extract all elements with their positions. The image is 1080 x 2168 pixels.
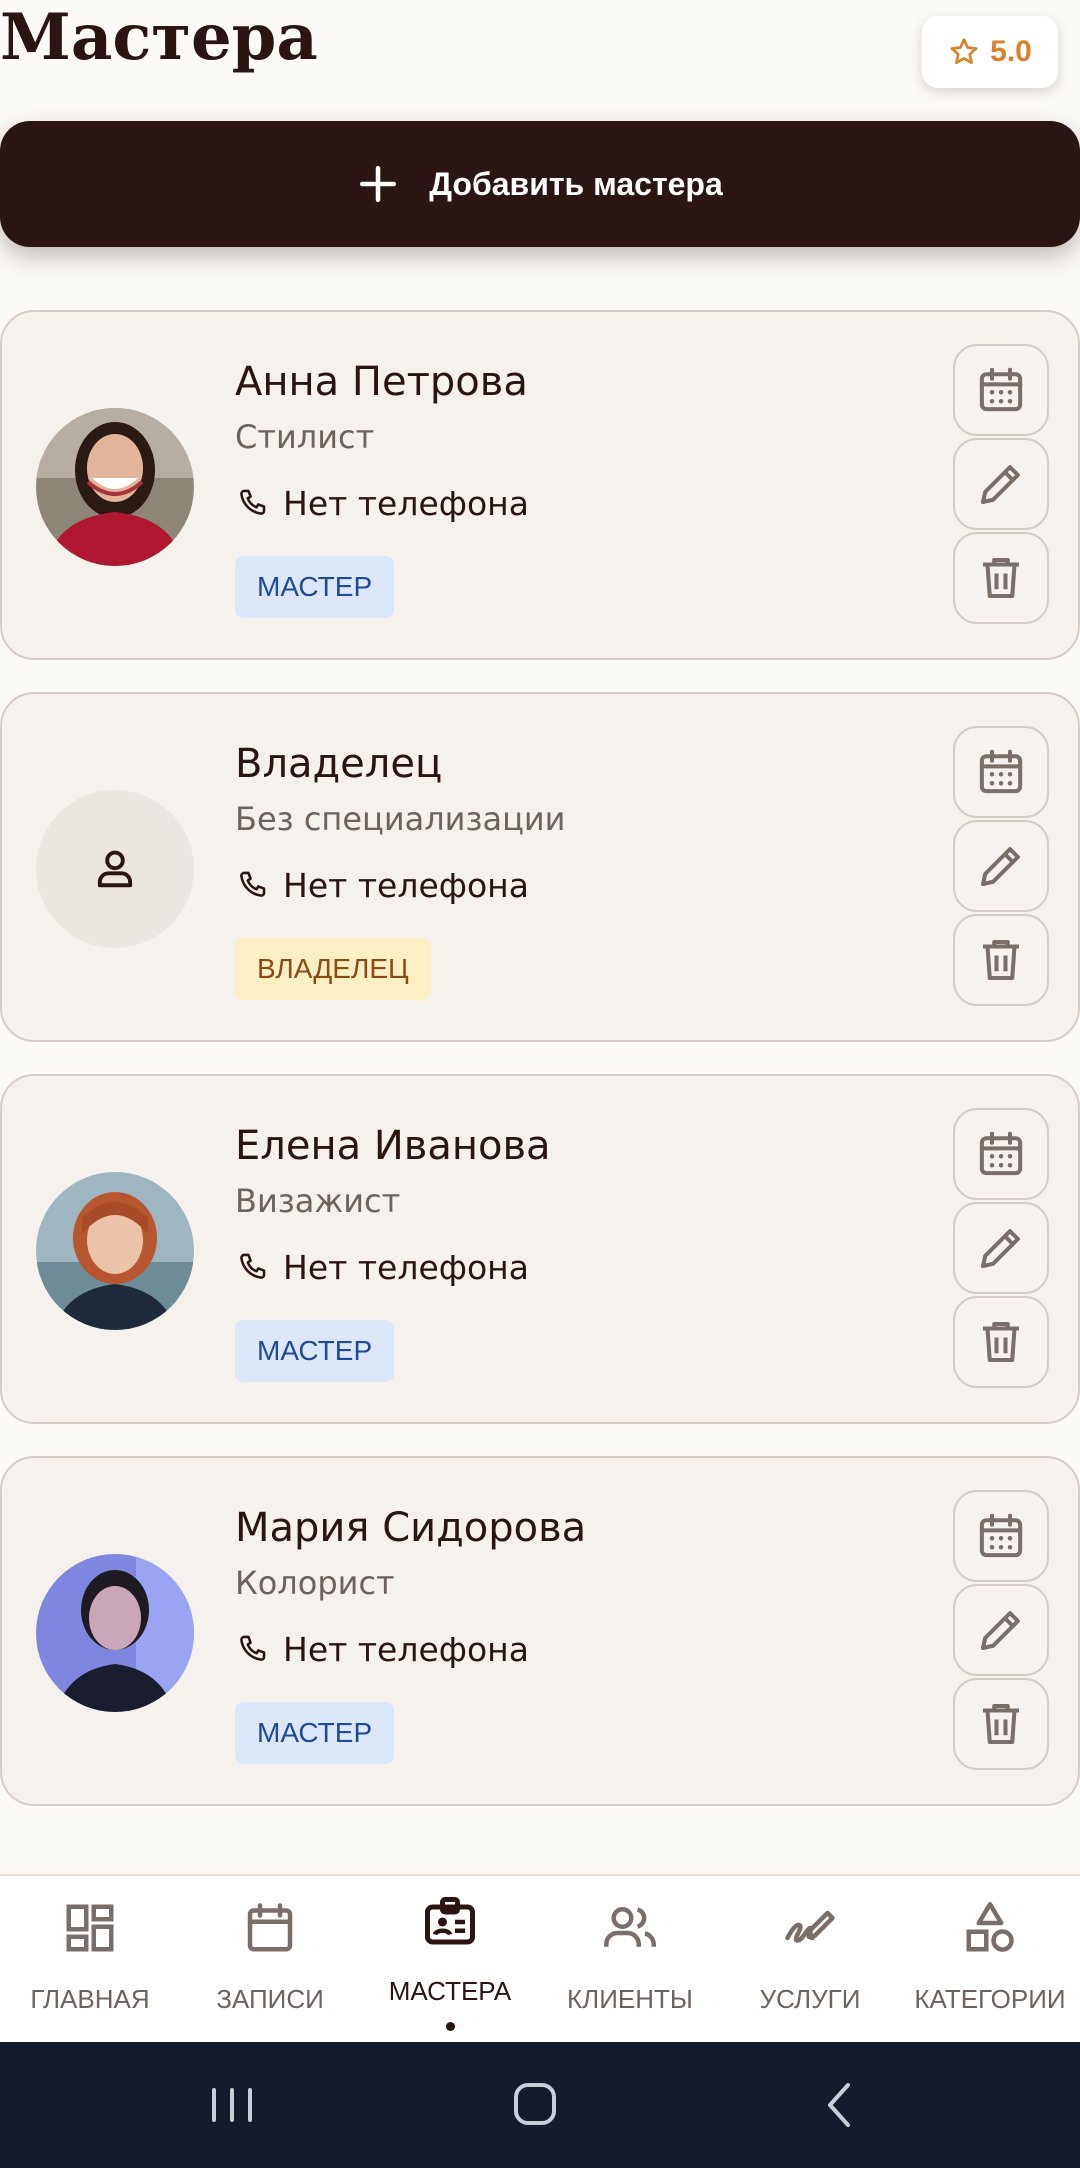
delete-button[interactable]: [953, 532, 1049, 624]
avatar-placeholder: [36, 790, 194, 948]
home-icon: [514, 2083, 556, 2125]
avatar: [36, 408, 194, 566]
phone-row: Нет телефона: [235, 1244, 529, 1290]
phone-text: Нет телефона: [283, 483, 529, 523]
delete-button[interactable]: [953, 1296, 1049, 1388]
plus-icon: [360, 165, 397, 203]
trash-icon: [983, 939, 1019, 981]
recents-button[interactable]: [192, 2072, 272, 2138]
phone-icon: [240, 871, 266, 897]
masters-screen: Мастера 5.0 Добавить мастера Анна Петров…: [0, 0, 1080, 2168]
bottom-nav: ГЛАВНАЯ ЗАПИСИ МАСТЕРА КЛИЕНТЫ УСЛУГИ КА…: [0, 1874, 1080, 2042]
avatar-photo: [36, 1554, 194, 1712]
back-icon: [828, 2083, 850, 2127]
phone-row: Нет телефона: [235, 1626, 529, 1672]
phone-row: Нет телефона: [235, 862, 529, 908]
master-specialization: Стилист: [235, 418, 375, 456]
phone-text: Нет телефона: [283, 865, 529, 905]
recents-icon: [212, 2088, 252, 2122]
master-name: Елена Иванова: [235, 1123, 551, 1169]
signature-icon: [785, 1910, 835, 1943]
nav-label: УСЛУГИ: [759, 1984, 861, 2014]
rating-badge[interactable]: 5.0: [922, 16, 1058, 88]
schedule-button[interactable]: [953, 726, 1049, 818]
schedule-button[interactable]: [953, 1108, 1049, 1200]
header: Мастера 5.0: [0, 0, 1080, 110]
nav-item-home[interactable]: ГЛАВНАЯ: [0, 1876, 180, 2044]
master-specialization: Визажист: [235, 1182, 401, 1220]
calendar-icon: [979, 749, 1023, 794]
role-badge: МАСТЕР: [235, 556, 395, 618]
nav-item-appointments[interactable]: ЗАПИСИ: [180, 1876, 360, 2044]
edit-button[interactable]: [953, 820, 1049, 912]
nav-item-services[interactable]: УСЛУГИ: [720, 1876, 900, 2044]
master-name: Анна Петрова: [235, 359, 528, 405]
trash-icon: [983, 557, 1019, 599]
phone-text: Нет телефона: [283, 1247, 529, 1287]
nav-item-masters[interactable]: МАСТЕРА: [360, 1876, 540, 2044]
pencil-icon: [980, 465, 1020, 505]
back-button[interactable]: [800, 2072, 880, 2138]
master-card[interactable]: Мария Сидорова Колорист Нет телефона МАС…: [0, 1456, 1080, 1806]
nav-item-clients[interactable]: КЛИЕНТЫ: [540, 1876, 720, 2044]
pencil-icon: [980, 1229, 1020, 1269]
schedule-button[interactable]: [953, 344, 1049, 436]
phone-row: Нет телефона: [235, 480, 529, 526]
shapes-icon: [966, 1902, 1014, 1952]
add-master-label: Добавить мастера: [429, 165, 723, 202]
role-badge: ВЛАДЕЛЕЦ: [235, 938, 431, 1000]
role-badge: МАСТЕР: [235, 1702, 395, 1764]
master-card[interactable]: Анна Петрова Стилист Нет телефона МАСТЕР: [0, 310, 1080, 660]
nav-item-categories[interactable]: КАТЕГОРИИ: [900, 1876, 1080, 2044]
pencil-icon: [980, 847, 1020, 887]
master-card[interactable]: Владелец Без специализации Нет телефона …: [0, 692, 1080, 1042]
nav-label: КАТЕГОРИИ: [914, 1984, 1066, 2014]
master-name: Мария Сидорова: [235, 1505, 587, 1551]
calendar-icon: [979, 1131, 1023, 1176]
nav-label: ГЛАВНАЯ: [30, 1984, 150, 2014]
star-icon: [950, 38, 978, 64]
pencil-icon: [980, 1611, 1020, 1651]
active-indicator: [446, 2022, 455, 2031]
people-icon: [604, 1907, 656, 1947]
master-card[interactable]: Елена Иванова Визажист Нет телефона МАСТ…: [0, 1074, 1080, 1424]
phone-icon: [240, 489, 266, 515]
edit-button[interactable]: [953, 1202, 1049, 1294]
badge-icon: [425, 1897, 475, 1945]
home-button[interactable]: [494, 2072, 574, 2138]
person-icon: [97, 850, 133, 888]
nav-label: МАСТЕРА: [388, 1976, 512, 2006]
calendar-icon: [979, 367, 1023, 412]
calendar-icon: [247, 1903, 293, 1952]
avatar: [36, 1172, 194, 1330]
page-title: Мастера: [0, 0, 318, 75]
avatar: [36, 1554, 194, 1712]
phone-icon: [240, 1253, 266, 1279]
role-badge: МАСТЕР: [235, 1320, 395, 1382]
phone-text: Нет телефона: [283, 1629, 529, 1669]
nav-label: КЛИЕНТЫ: [567, 1984, 693, 2014]
edit-button[interactable]: [953, 1584, 1049, 1676]
phone-icon: [240, 1635, 266, 1661]
avatar-photo: [36, 1172, 194, 1330]
delete-button[interactable]: [953, 914, 1049, 1006]
master-name: Владелец: [235, 741, 443, 787]
delete-button[interactable]: [953, 1678, 1049, 1770]
nav-label: ЗАПИСИ: [216, 1984, 324, 2014]
schedule-button[interactable]: [953, 1490, 1049, 1582]
calendar-icon: [979, 1513, 1023, 1558]
trash-icon: [983, 1703, 1019, 1745]
dashboard-icon: [66, 1904, 114, 1952]
master-specialization: Без специализации: [235, 800, 566, 838]
master-specialization: Колорист: [235, 1564, 395, 1602]
add-master-button[interactable]: Добавить мастера: [0, 121, 1080, 247]
edit-button[interactable]: [953, 438, 1049, 530]
rating-value: 5.0: [990, 35, 1032, 68]
trash-icon: [983, 1321, 1019, 1363]
avatar-photo: [36, 408, 194, 566]
system-nav-bar: [0, 2042, 1080, 2168]
